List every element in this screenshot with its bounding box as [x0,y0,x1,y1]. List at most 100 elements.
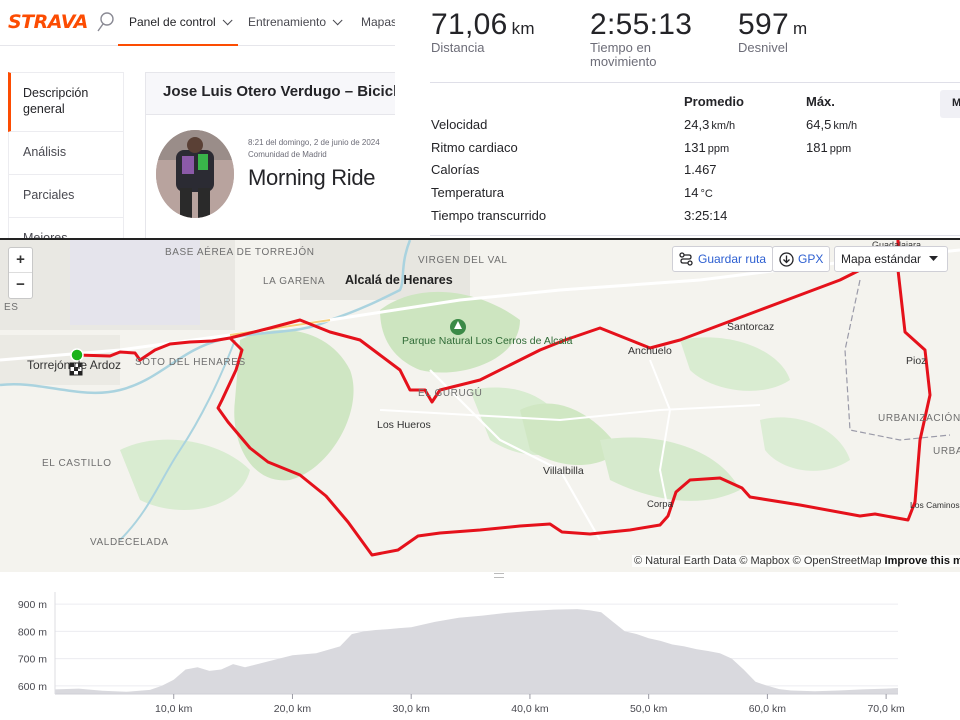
y-tick-label: 800 m [18,626,47,638]
chevron-down-icon [332,15,343,26]
elevation-unit: m [792,19,808,38]
stat-row-avg: 131 ppm [684,140,729,155]
sidebar-item-label: Parciales [23,188,75,203]
save-route-button[interactable]: Guardar ruta [672,246,774,272]
map-style-select[interactable]: Mapa estándar [834,246,948,272]
map-label-soto-del-henares: SOTO DEL HENARES [135,357,246,368]
nav-mapas[interactable]: Mapas [361,15,395,29]
map-label-es: ES [4,302,19,313]
nav-panel-de-control[interactable]: Panel de control [129,15,233,29]
stat-max-unit: ppm [829,143,852,155]
column-header-max: Máx. [806,94,835,109]
x-tick-label: 30,0 km [393,703,431,715]
activity-meta: 8:21 del domingo, 2 de junio de 2024 Com… [248,135,380,163]
map-label-torrejon: Torrejón de Ardoz [27,358,122,372]
map-label-urbanizacion: URBANIZACIÓN LAS MATILLAS [878,413,960,424]
map-base [0,240,960,557]
x-tick-label: 10,0 km [155,703,193,715]
green-area [760,417,850,471]
photo-image [156,130,234,218]
strava-logo[interactable]: STRAVA [8,11,88,33]
stat-row-max [806,208,808,223]
more-stats-button[interactable]: M [940,90,960,118]
stat-row-label: Ritmo cardiaco [431,140,518,155]
x-tick-label: 50,0 km [630,703,668,715]
green-area [120,439,250,510]
elevation-area[interactable] [55,609,898,694]
map-label-el-castillo: EL CASTILLO [42,458,112,469]
map-label-el-gurugu: EL GURUGÚ [418,388,483,399]
green-area [600,437,740,501]
distance-value: 71,06 [431,8,508,41]
activity-sidebar: Descripción general Análisis Parciales M… [8,72,124,240]
x-tick-label: 70,0 km [867,703,905,715]
distance-unit: km [511,19,535,38]
athlete-photo[interactable] [156,130,234,218]
urban-area [300,240,470,300]
sidebar-item-analysis[interactable]: Análisis [8,132,124,175]
stat-avg-unit: °C [700,188,713,200]
stat-avg-unit: ppm [707,143,730,155]
chevron-down-icon [222,15,233,26]
stat-max-value: 64,5 [806,117,832,132]
map-label-la-garena: LA GARENA [263,276,326,287]
nav-label: Entrenamiento [248,15,327,29]
stat-avg-value: 24,3 [684,117,710,132]
map-label-anchuelo: Anchuelo [628,345,672,357]
stat-avg-value: 1.467 [684,162,717,177]
divider [430,82,960,83]
map-label-santorcaz: Santorcaz [727,321,775,333]
save-route-label: Guardar ruta [698,252,767,266]
x-tick-label: 40,0 km [511,703,549,715]
y-tick-label: 700 m [18,654,47,666]
map-label-valdecelada: VALDECELADA [90,537,169,548]
top-navigation: STRAVA Panel de control Entrenamiento Ma… [0,0,395,46]
map-label-los-caminos: Los Caminos [910,500,960,510]
distance-label: Distancia [431,40,485,55]
activity-panel: STRAVA Panel de control Entrenamiento Ma… [0,0,395,240]
attribution-text: © Natural Earth Data © Mapbox © OpenStre… [634,555,882,567]
nav-entrenamiento[interactable]: Entrenamiento [248,15,343,29]
gpx-download-button[interactable]: GPX [772,246,831,272]
stats-panel: 71,06 km Distancia 2:55:13 Tiempo en movi… [410,0,960,240]
caret-down-icon [929,256,939,261]
route-icon [679,252,693,266]
elevation-value: 597 [738,8,789,41]
elevation-label: Desnivel [738,40,788,55]
x-tick-label: 20,0 km [274,703,312,715]
sidebar-item-splits[interactable]: Parciales [8,175,124,218]
sidebar-item-overview[interactable]: Descripción general [8,72,124,132]
stat-row-avg: 3:25:14 [684,208,729,223]
resize-handle-icon[interactable] [494,573,504,578]
improve-map-link[interactable]: Improve this map [885,555,960,567]
download-icon [779,251,794,267]
sidebar-item-best[interactable]: Mejores [8,218,124,240]
activity-title: Morning Ride [248,165,376,190]
park-area [380,291,520,373]
stat-elevation: 597 m Desnivel [738,8,807,55]
y-tick-label: 900 m [18,599,47,611]
column-header-avg: Promedio [684,94,744,109]
elevation-chart[interactable]: 900 m 800 m 700 m 600 m 10,0 km 20,0 km 30,0 k… [0,572,960,720]
stat-value: 71,06 km [431,8,535,42]
zoom-in-button[interactable]: + [9,248,32,273]
moving-time-label-line1: Tiempo en [590,40,651,55]
stat-row-max: 181 ppm [806,140,851,155]
map-label-urbano: URBANO [933,446,960,457]
stat-avg-unit: km/h [711,120,736,132]
zoom-control: + − [8,247,33,299]
activity-card: Jose Luis Otero Verdugo – Bicicleta 8:21… [145,72,395,240]
route-map[interactable]: BASE AÉREA DE TORREJÓN LA GARENA Alcalá … [0,240,960,572]
stat-row-avg: 1.467 [684,162,719,177]
green-area [234,330,354,481]
y-tick-label: 600 m [18,681,47,693]
map-label-virgen-del-val: VIRGEN DEL VAL [418,255,508,266]
stat-row-avg: 24,3 km/h [684,117,735,132]
zoom-out-button[interactable]: − [9,273,32,298]
search-icon[interactable] [97,12,115,32]
stat-row-label: Velocidad [431,117,488,132]
screenshot-root: STRAVA Panel de control Entrenamiento Ma… [0,0,960,720]
moving-time-label: Tiempo en movimiento [590,41,692,69]
map-style-label: Mapa estándar [841,252,922,266]
stat-moving-time: 2:55:13 Tiempo en movimiento [590,8,692,69]
